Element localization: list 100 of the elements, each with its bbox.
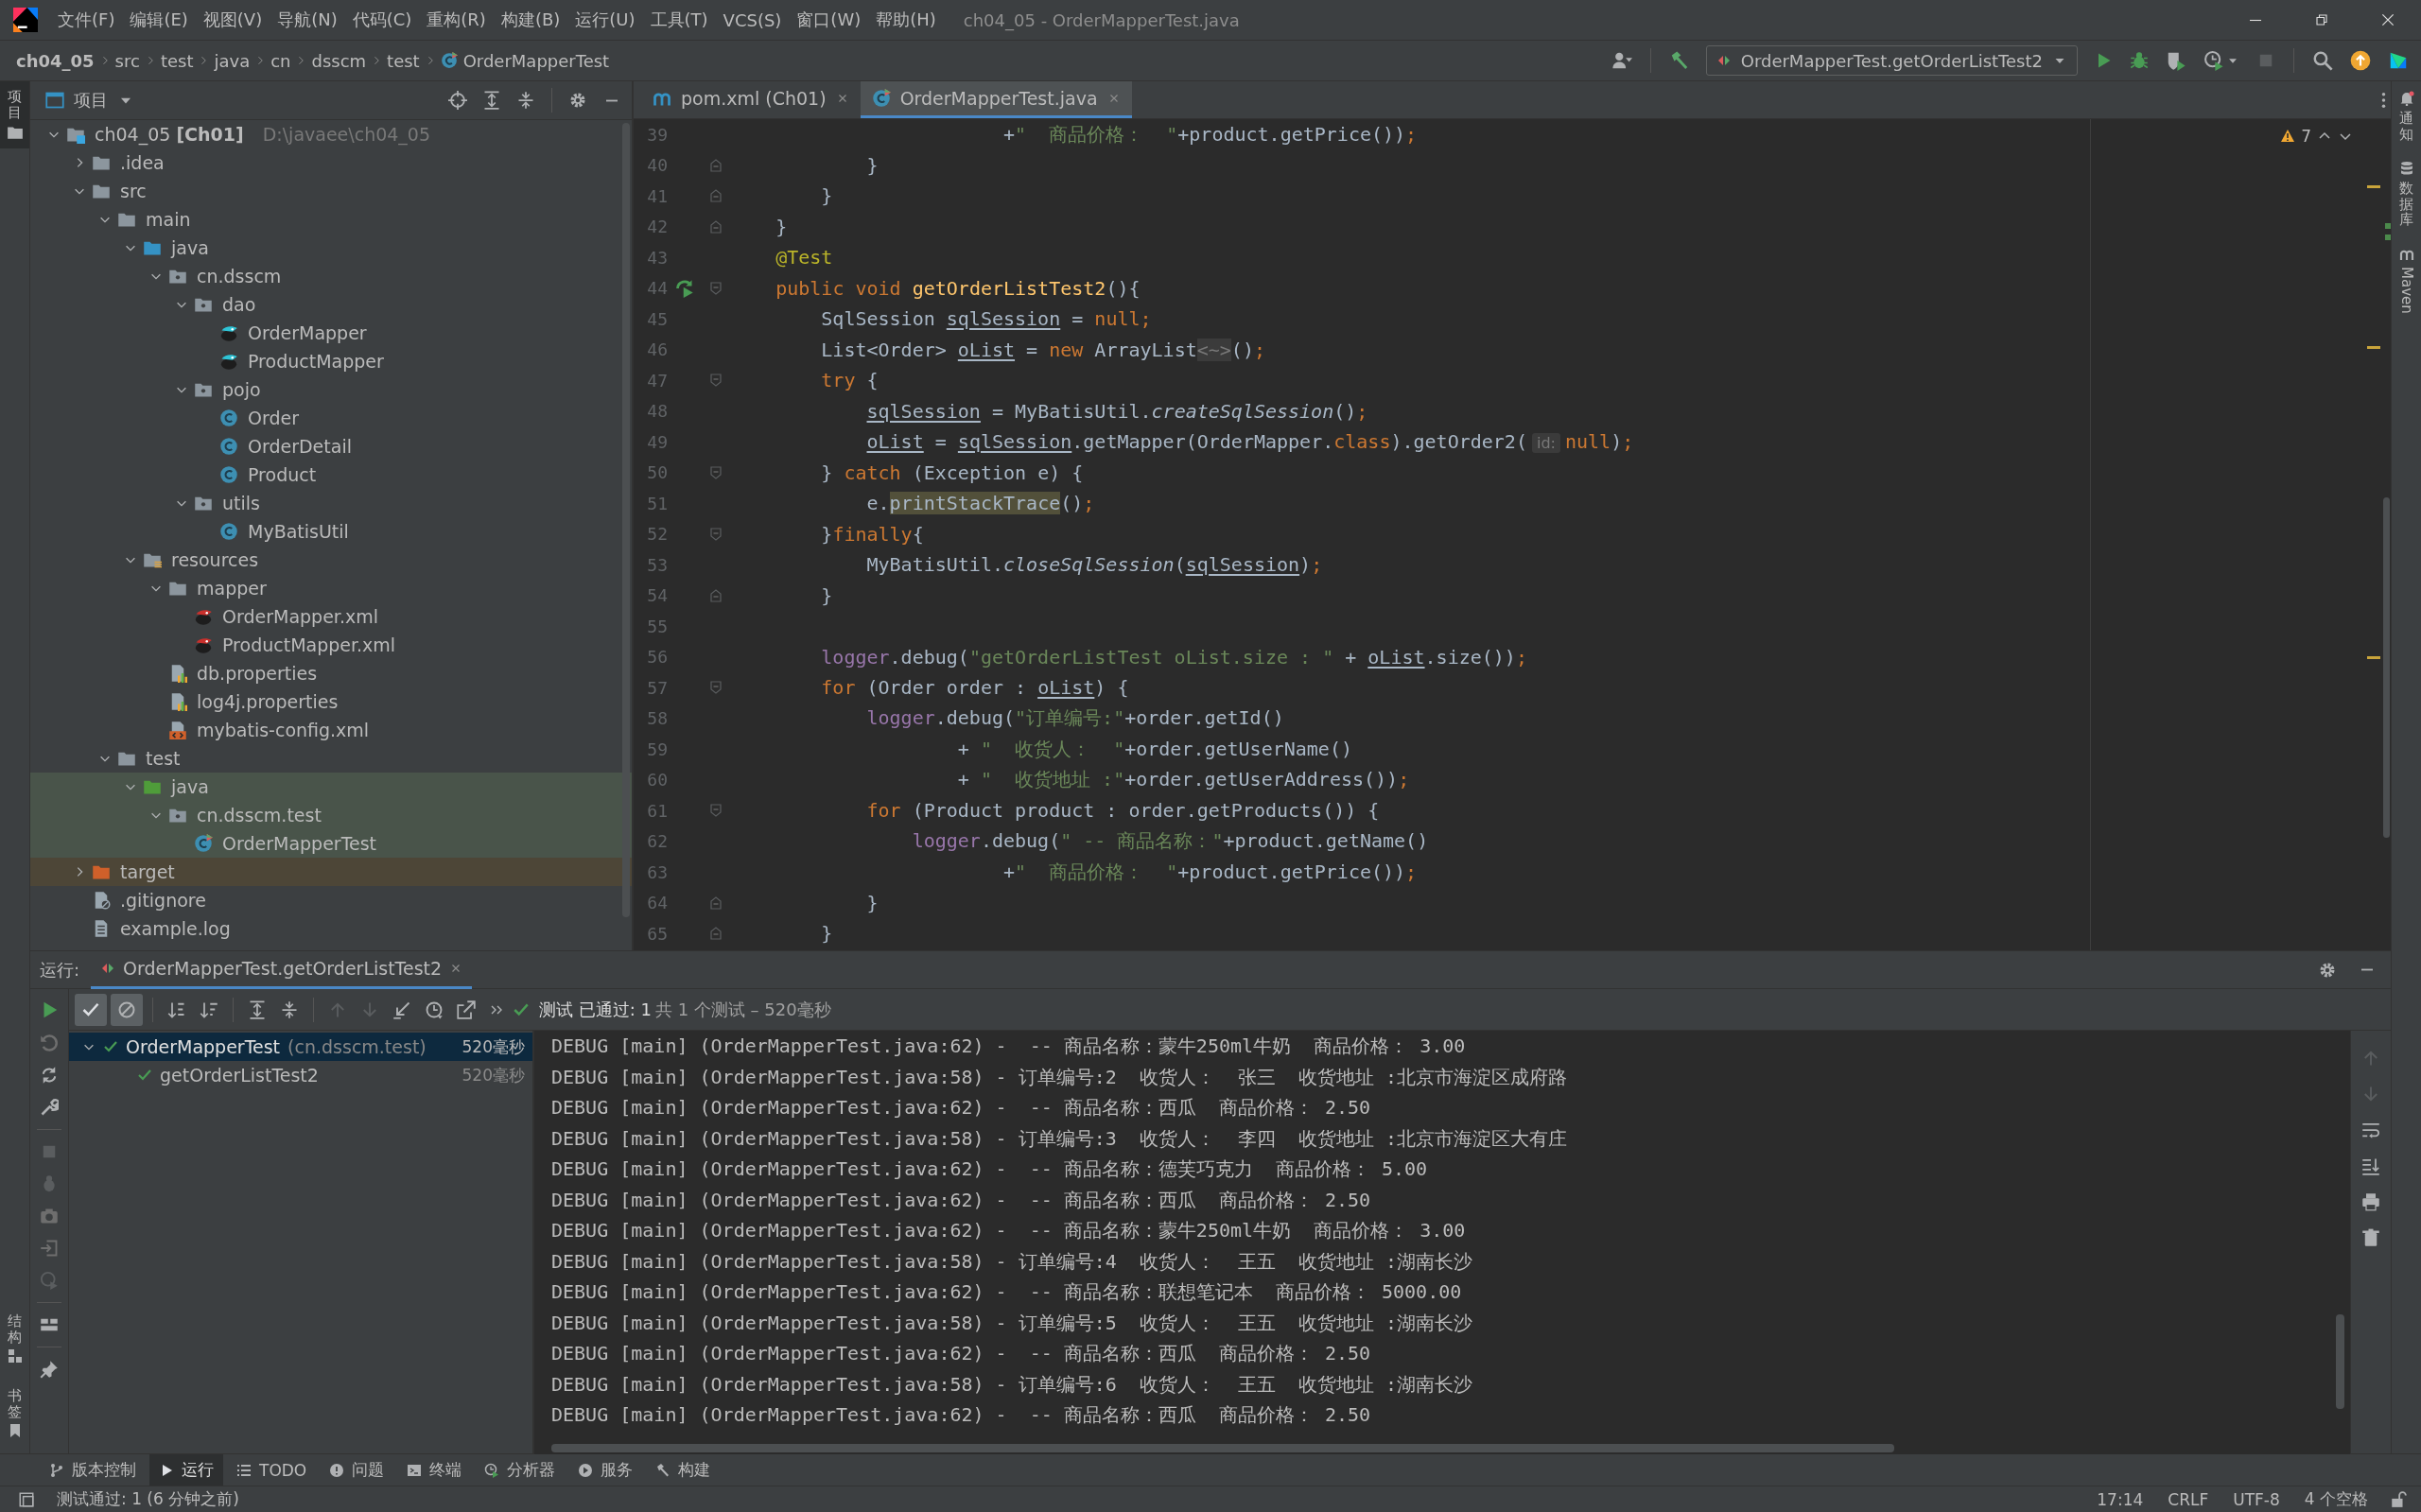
fold-marker-icon[interactable] xyxy=(708,373,723,389)
status-item[interactable]: 17:14 xyxy=(2089,1489,2151,1509)
tool-window-tab[interactable]: 通知 xyxy=(2392,87,2421,146)
breadcrumb[interactable]: test xyxy=(384,48,423,73)
menu-item[interactable]: 窗口(W) xyxy=(790,5,868,35)
menu-item[interactable]: 帮助(H) xyxy=(869,5,943,35)
tree-item[interactable]: .gitignore xyxy=(30,886,632,914)
fold-marker-icon[interactable] xyxy=(708,587,723,603)
tree-item[interactable]: .idea xyxy=(30,148,632,177)
tree-item[interactable]: OrderDetail xyxy=(30,432,632,461)
scroll-marker[interactable] xyxy=(2385,235,2391,240)
tree-item[interactable]: src xyxy=(30,177,632,205)
run-configuration-dropdown[interactable]: OrderMapperTest.getOrderListTest2 xyxy=(1705,45,2078,76)
scroll-marker[interactable] xyxy=(2385,223,2391,229)
scroll-marker[interactable] xyxy=(2367,656,2380,659)
breadcrumb[interactable]: dsscm xyxy=(308,48,370,73)
breadcrumb[interactable]: test xyxy=(157,48,197,73)
tree-item[interactable]: example.log xyxy=(30,914,632,943)
tree-item[interactable]: utils xyxy=(30,489,632,517)
tree-item[interactable]: Order xyxy=(30,404,632,432)
fold-marker-icon[interactable] xyxy=(708,895,723,911)
menu-item[interactable]: 运行(U) xyxy=(568,5,642,35)
breadcrumb[interactable]: cn xyxy=(268,48,294,73)
tool-window-button[interactable]: 终端 xyxy=(397,1454,472,1486)
tool-window-button[interactable]: 服务 xyxy=(568,1454,643,1486)
tree-item[interactable]: target xyxy=(30,858,632,886)
menu-item[interactable]: 工具(T) xyxy=(643,5,715,35)
breadcrumb[interactable]: java xyxy=(211,48,253,73)
tree-item[interactable]: pojo xyxy=(30,375,632,404)
tree-item[interactable]: ProductMapper.xml xyxy=(30,631,632,659)
editor-tab[interactable]: pom.xml (Ch01) xyxy=(641,81,861,118)
tree-item[interactable]: cn.dsscm.test xyxy=(30,801,632,829)
tree-item[interactable]: cn.dsscm xyxy=(30,262,632,290)
tree-item[interactable]: db.properties xyxy=(30,659,632,687)
tool-window-tab[interactable]: 数据库 xyxy=(2392,157,2421,232)
tree-item[interactable]: dao xyxy=(30,290,632,319)
menu-item[interactable]: 导航(N) xyxy=(270,5,344,35)
project-view-dropdown[interactable]: 项目 xyxy=(45,89,134,112)
scrollbar[interactable] xyxy=(551,1444,1894,1452)
tool-window-button[interactable]: 分析器 xyxy=(475,1454,566,1486)
scrollbar[interactable] xyxy=(2383,497,2390,838)
code-line: logger.debug(" -- 商品名称："+product.getName() xyxy=(911,828,1429,855)
scrollbar[interactable] xyxy=(2336,1314,2344,1409)
test-item[interactable]: OrderMapperTest (cn.dsscm.test) 520毫秒 xyxy=(69,1033,532,1061)
tool-window-tab[interactable]: 结构 xyxy=(0,1306,29,1371)
tree-item[interactable]: ProductMapper xyxy=(30,347,632,375)
breadcrumb[interactable]: ch04_05 xyxy=(13,48,97,73)
tree-item[interactable]: OrderMapperTest xyxy=(30,829,632,858)
tree-item[interactable]: test xyxy=(30,744,632,773)
menu-item[interactable]: 重构(R) xyxy=(420,5,493,35)
run-tab[interactable]: OrderMapperTest.getOrderListTest2 xyxy=(91,950,473,989)
fold-marker-icon[interactable] xyxy=(708,157,723,173)
menu-item[interactable]: VCS(S) xyxy=(716,5,789,35)
filter-toggle[interactable] xyxy=(75,993,107,1026)
menu-item[interactable]: 代码(C) xyxy=(345,5,419,35)
tree-item[interactable]: mybatis-config.xml xyxy=(30,716,632,744)
status-item[interactable]: CRLF xyxy=(2160,1489,2217,1509)
tool-window-button[interactable]: 构建 xyxy=(646,1454,721,1486)
menu-item[interactable]: 视图(V) xyxy=(196,5,270,35)
tool-window-tab[interactable]: 项目 xyxy=(0,81,29,148)
menu-item[interactable]: 编辑(E) xyxy=(123,5,195,35)
fold-marker-icon[interactable] xyxy=(708,803,723,819)
breadcrumb[interactable]: src xyxy=(112,48,143,73)
tree-item[interactable]: OrderMapper.xml xyxy=(30,602,632,631)
scrollbar[interactable] xyxy=(622,123,630,917)
tree-item[interactable]: mapper xyxy=(30,574,632,602)
editor-tab[interactable]: OrderMapperTest.java xyxy=(860,81,1132,118)
fold-marker-icon[interactable] xyxy=(708,926,723,942)
breadcrumb[interactable]: OrderMapperTest xyxy=(437,48,613,73)
run-test-icon[interactable] xyxy=(675,278,694,298)
fold-marker-icon[interactable] xyxy=(708,464,723,480)
fold-marker-icon[interactable] xyxy=(708,218,723,235)
fold-marker-icon[interactable] xyxy=(708,680,723,696)
test-item[interactable]: getOrderListTest2 520毫秒 xyxy=(69,1061,532,1089)
tree-item[interactable]: java xyxy=(30,234,632,262)
filter-toggle[interactable] xyxy=(111,993,143,1026)
fold-marker-icon[interactable] xyxy=(708,526,723,542)
status-item[interactable]: UTF-8 xyxy=(2225,1489,2288,1509)
scroll-marker[interactable] xyxy=(2367,185,2380,188)
tool-window-tab[interactable]: 书签 xyxy=(0,1381,29,1446)
menu-item[interactable]: 构建(B) xyxy=(494,5,567,35)
tool-window-button[interactable]: 运行 xyxy=(149,1454,223,1486)
tree-item[interactable]: java xyxy=(30,773,632,801)
tool-window-button[interactable]: TODO xyxy=(227,1454,317,1486)
status-item[interactable]: 4 个空格 xyxy=(2296,1488,2376,1510)
tree-item[interactable]: resources xyxy=(30,546,632,574)
tree-item[interactable]: ch04_05 [Ch01] D:\javaee\ch04_05 xyxy=(30,120,632,148)
tool-window-tab[interactable]: Maven xyxy=(2392,242,2421,318)
scroll-marker[interactable] xyxy=(2367,346,2380,349)
fold-marker-icon[interactable] xyxy=(708,188,723,204)
tree-item[interactable]: log4j.properties xyxy=(30,687,632,716)
tree-item[interactable]: OrderMapper xyxy=(30,319,632,347)
fold-marker-icon[interactable] xyxy=(708,280,723,296)
tool-window-button[interactable]: 问题 xyxy=(320,1454,394,1486)
tree-item[interactable]: main xyxy=(30,205,632,234)
menu-item[interactable]: 文件(F) xyxy=(51,5,122,35)
tree-item[interactable]: MyBatisUtil xyxy=(30,517,632,546)
tree-item[interactable]: Product xyxy=(30,461,632,489)
warning-indicator[interactable]: 7 xyxy=(2280,127,2353,146)
tool-window-button[interactable]: 版本控制 xyxy=(40,1454,146,1486)
